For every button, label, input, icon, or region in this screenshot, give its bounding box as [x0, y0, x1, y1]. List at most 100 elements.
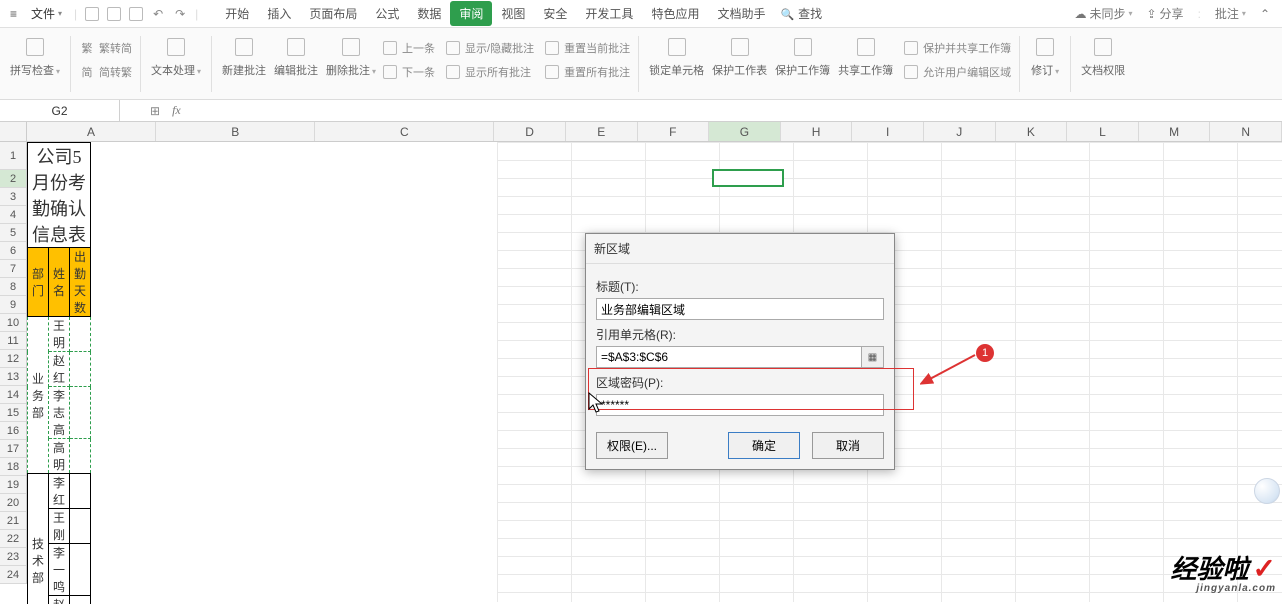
tab-插入[interactable]: 插入 — [258, 1, 300, 26]
row-header-10[interactable]: 10 — [0, 314, 26, 332]
tab-公式[interactable]: 公式 — [366, 1, 408, 26]
col-header-A[interactable]: A — [27, 122, 156, 141]
search-icon — [780, 7, 794, 21]
col-header-E[interactable]: E — [566, 122, 638, 141]
protect-sheet-button[interactable]: 保护工作表 — [708, 32, 771, 78]
title-field[interactable] — [596, 298, 884, 320]
new-comment-button[interactable]: 新建批注 — [218, 32, 270, 78]
tab-开发工具[interactable]: 开发工具 — [576, 1, 642, 26]
col-header-L[interactable]: L — [1067, 122, 1139, 141]
row-header-17[interactable]: 17 — [0, 440, 26, 458]
row-header-19[interactable]: 19 — [0, 476, 26, 494]
next-comment-button[interactable]: 下一条 — [380, 62, 437, 82]
ref-field[interactable] — [596, 346, 862, 368]
tab-数据[interactable]: 数据 — [408, 1, 450, 26]
simp-to-trad-button[interactable]: 繁繁转简 — [77, 38, 134, 58]
cancel-button[interactable]: 取消 — [812, 432, 884, 459]
file-menu[interactable]: 文件 ▾ — [23, 3, 70, 24]
protect-workbook-button[interactable]: 保护工作簿 — [771, 32, 834, 78]
ok-button[interactable]: 确定 — [728, 432, 800, 459]
col-header-N[interactable]: N — [1210, 122, 1282, 141]
tab-页面布局[interactable]: 页面布局 — [300, 1, 366, 26]
ref-picker-icon[interactable]: ▦ — [862, 346, 884, 368]
tab-文档助手[interactable]: 文档助手 — [708, 1, 774, 26]
trad-to-simp-button[interactable]: 简简转繁 — [77, 62, 134, 82]
doc-permission-button[interactable]: 文档权限 — [1077, 32, 1129, 78]
row-header-4[interactable]: 4 — [0, 206, 26, 224]
protect-shared-button[interactable]: 保护并共享工作簿 — [901, 38, 1013, 58]
row-header-22[interactable]: 22 — [0, 530, 26, 548]
tab-审阅[interactable]: 审阅 — [450, 1, 492, 26]
edit-comment-button[interactable]: 编辑批注 — [270, 32, 322, 78]
row-header-16[interactable]: 16 — [0, 422, 26, 440]
search-button[interactable]: 查找 — [780, 5, 822, 22]
prev-comment-button[interactable]: 上一条 — [380, 38, 437, 58]
row-header-6[interactable]: 6 — [0, 242, 26, 260]
row-header-21[interactable]: 21 — [0, 512, 26, 530]
new-range-dialog: 新区域 标题(T): 引用单元格(R): ▦ 区域密码(P): 权限(E)...… — [585, 233, 895, 470]
col-header-B[interactable]: B — [156, 122, 315, 141]
name-box[interactable]: G2 — [0, 100, 120, 121]
row-header-13[interactable]: 13 — [0, 368, 26, 386]
file-menu-label: 文件 — [31, 5, 55, 22]
comment-button[interactable]: 批注 ▾ — [1215, 5, 1246, 22]
tab-视图[interactable]: 视图 — [492, 1, 534, 26]
row-header-9[interactable]: 9 — [0, 296, 26, 314]
fx-insert-icon[interactable]: ⊞ — [150, 104, 160, 118]
row-header-20[interactable]: 20 — [0, 494, 26, 512]
spellcheck-button[interactable]: 拼写检查▾ — [6, 32, 64, 79]
col-header-C[interactable]: C — [315, 122, 494, 141]
row-header-8[interactable]: 8 — [0, 278, 26, 296]
row-header-15[interactable]: 15 — [0, 404, 26, 422]
row-header-7[interactable]: 7 — [0, 260, 26, 278]
tab-安全[interactable]: 安全 — [534, 1, 576, 26]
qat-save-icon[interactable] — [81, 4, 103, 24]
permissions-button[interactable]: 权限(E)... — [596, 432, 668, 459]
row-header-18[interactable]: 18 — [0, 458, 26, 476]
watermark: 经验啦✓ jingyanla.com — [1171, 556, 1276, 594]
row-header-1[interactable]: 1 — [0, 142, 26, 170]
share-button[interactable]: 分享 — [1146, 5, 1183, 22]
tab-开始[interactable]: 开始 — [216, 1, 258, 26]
tab-特色应用[interactable]: 特色应用 — [642, 1, 708, 26]
qat-preview-icon[interactable] — [125, 4, 147, 24]
col-header-H[interactable]: H — [781, 122, 853, 141]
fx-label: fx — [172, 103, 181, 118]
floating-action-button[interactable] — [1254, 478, 1280, 504]
row-header-23[interactable]: 23 — [0, 548, 26, 566]
allow-edit-ranges-button[interactable]: 允许用户编辑区域 — [901, 62, 1013, 82]
row-header-24[interactable]: 24 — [0, 566, 26, 584]
col-header-G[interactable]: G — [709, 122, 781, 141]
qat-redo-icon[interactable]: ↷ — [169, 4, 191, 24]
sync-status[interactable]: 未同步 ▾ — [1074, 5, 1132, 22]
qat-print-icon[interactable] — [103, 4, 125, 24]
col-header-K[interactable]: K — [996, 122, 1068, 141]
lock-cell-button[interactable]: 锁定单元格 — [645, 32, 708, 78]
revision-button[interactable]: 修订▾ — [1026, 32, 1064, 79]
show-all-comments-button[interactable]: 显示所有批注 — [443, 62, 536, 82]
col-header-I[interactable]: I — [852, 122, 924, 141]
row-header-5[interactable]: 5 — [0, 224, 26, 242]
delete-comment-button[interactable]: 删除批注▾ — [322, 32, 380, 79]
col-header-M[interactable]: M — [1139, 122, 1211, 141]
row-header-11[interactable]: 11 — [0, 332, 26, 350]
password-field[interactable] — [596, 394, 884, 416]
row-headers[interactable]: 123456789101112131415161718192021222324 — [0, 142, 27, 584]
chevron-up-icon[interactable]: ⌃ — [1260, 7, 1270, 21]
reset-all-comments-button[interactable]: 重置所有批注 — [542, 62, 632, 82]
select-all-corner[interactable] — [0, 122, 27, 141]
col-header-J[interactable]: J — [924, 122, 996, 141]
toggle-comment-button[interactable]: 显示/隐藏批注 — [443, 38, 536, 58]
row-header-12[interactable]: 12 — [0, 350, 26, 368]
col-header-F[interactable]: F — [638, 122, 710, 141]
column-headers[interactable]: ABCDEFGHIJKLMN — [0, 122, 1282, 142]
row-header-3[interactable]: 3 — [0, 188, 26, 206]
row-header-14[interactable]: 14 — [0, 386, 26, 404]
share-workbook-button[interactable]: 共享工作簿 — [834, 32, 897, 78]
text-process-button[interactable]: 文本处理▾ — [147, 32, 205, 79]
row-header-2[interactable]: 2 — [0, 170, 26, 188]
reset-current-comment-button[interactable]: 重置当前批注 — [542, 38, 632, 58]
qat-undo-icon[interactable]: ↶ — [147, 4, 169, 24]
col-header-D[interactable]: D — [494, 122, 566, 141]
app-menu-icon[interactable]: ≡ — [4, 7, 23, 21]
